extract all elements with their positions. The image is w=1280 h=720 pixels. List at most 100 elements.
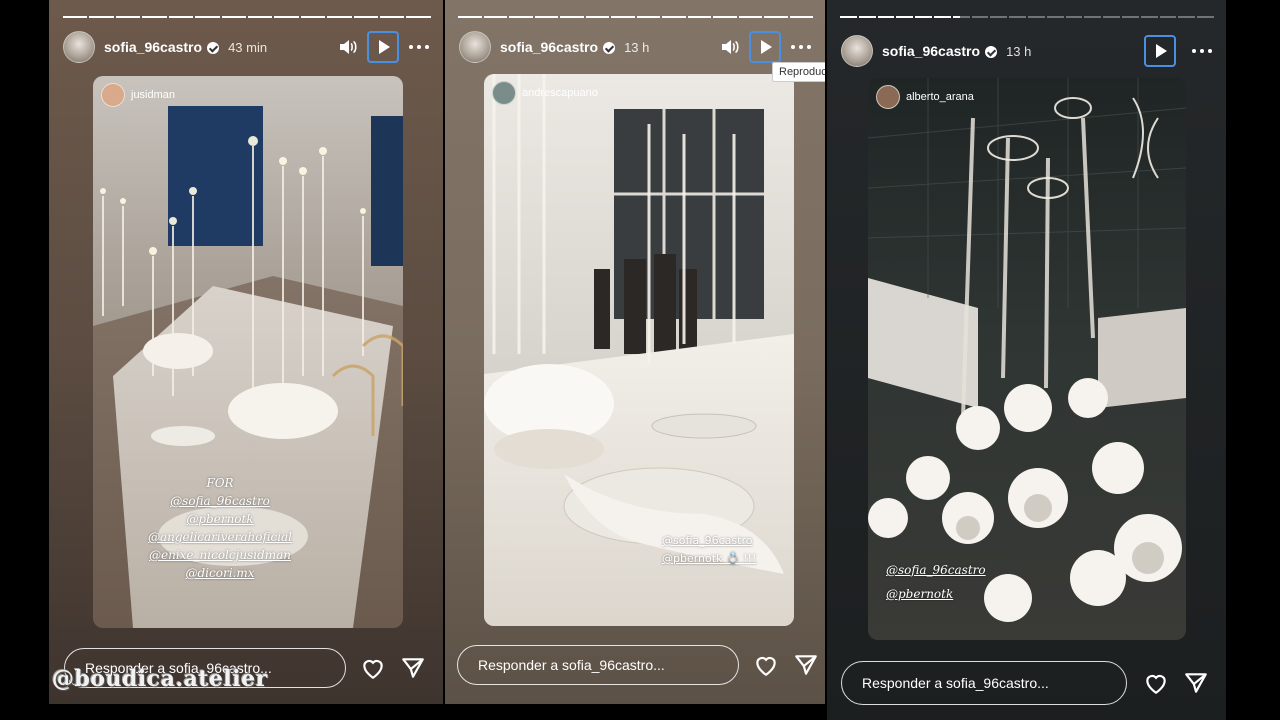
story-panel-2: sofia_96castro 13 h andrescapuano @sofia… — [445, 0, 825, 704]
progress-segment — [1103, 16, 1120, 18]
story-media[interactable]: jusidman FOR @sofia_96castro @pbernotk @… — [93, 76, 403, 628]
progress-segment — [1084, 16, 1102, 18]
play-button[interactable] — [367, 31, 399, 63]
progress-segment — [896, 16, 914, 18]
mention[interactable]: @dicori.mx — [115, 564, 325, 582]
mentions-list: FOR @sofia_96castro @pbernotk @angelicar… — [115, 474, 325, 582]
tagged-avatar — [876, 85, 900, 109]
timestamp: 13 h — [1006, 43, 1032, 59]
progress-segment — [990, 16, 1008, 18]
progress-segment — [1009, 16, 1026, 18]
progress-segment — [1046, 16, 1064, 18]
reply-bar: Responder a sofia_96castro... — [841, 661, 1209, 705]
username[interactable]: sofia_96castro — [882, 43, 980, 59]
tagged-avatar — [492, 81, 516, 105]
mention: FOR — [206, 476, 234, 490]
progress-segment — [1027, 16, 1045, 18]
progress-segment — [115, 16, 141, 18]
tagged-user[interactable]: alberto_arana — [876, 85, 974, 109]
progress-segment — [380, 16, 405, 18]
story-image — [868, 78, 1186, 640]
progress-segment — [915, 16, 932, 18]
verified-badge-icon — [603, 42, 616, 54]
progress-segment — [247, 16, 273, 18]
progress-segment — [353, 16, 379, 18]
progress-segment — [509, 16, 533, 18]
mentions-list: @sofia_96castro @pbernotk — [886, 558, 986, 606]
reply-input[interactable]: Responder a sofia_96castro... — [841, 661, 1127, 705]
story-media[interactable]: alberto_arana @sofia_96castro @pbernotk — [868, 78, 1186, 640]
tagged-username: andrescapuano — [522, 87, 598, 99]
story-media[interactable]: andrescapuano @sofia_96castro @pbernotk … — [484, 74, 794, 626]
username[interactable]: sofia_96castro — [500, 39, 598, 55]
story-header: sofia_96castro 43 min — [63, 30, 429, 64]
progress-segment — [585, 16, 609, 18]
progress-segment — [840, 16, 857, 18]
more-icon[interactable] — [791, 45, 811, 49]
progress-segment — [662, 16, 686, 18]
reply-bar: Responder a sofia_96castro... — [457, 645, 819, 685]
progress-segment — [636, 16, 660, 18]
story-header: sofia_96castro 13 h — [459, 30, 811, 64]
progress-segment — [971, 16, 989, 18]
story-header: sofia_96castro 13 h — [841, 34, 1212, 68]
send-icon[interactable] — [400, 655, 426, 681]
progress-segment — [89, 16, 114, 18]
progress-segment — [406, 16, 431, 18]
volume-icon[interactable] — [339, 39, 357, 55]
progress-bars — [458, 16, 813, 18]
story-panel-1: sofia_96castro 43 min jusidman FOR @sofi… — [49, 0, 443, 704]
progress-bars — [63, 16, 431, 18]
play-button[interactable] — [1144, 35, 1176, 67]
progress-segment — [1140, 16, 1158, 18]
watermark: @boudica.atelier — [52, 666, 268, 692]
tagged-avatar — [101, 83, 125, 107]
mention[interactable]: @enixe_nicolcjusidman — [115, 546, 325, 564]
progress-segment — [221, 16, 246, 18]
avatar[interactable] — [841, 35, 873, 67]
play-tooltip: Reproduc — [772, 62, 825, 82]
heart-icon[interactable] — [360, 655, 386, 681]
progress-segment — [195, 16, 220, 18]
play-button[interactable] — [749, 31, 781, 63]
mention[interactable]: @pbernotk — [886, 582, 986, 606]
avatar[interactable] — [459, 31, 491, 63]
progress-segment — [764, 16, 788, 18]
verified-badge-icon — [985, 46, 998, 58]
progress-segment — [300, 16, 326, 18]
volume-icon[interactable] — [721, 39, 739, 55]
progress-segment — [458, 16, 482, 18]
progress-segment — [534, 16, 558, 18]
verified-badge-icon — [207, 42, 220, 54]
progress-segment — [63, 16, 88, 18]
progress-segment — [274, 16, 299, 18]
progress-segment — [738, 16, 762, 18]
more-icon[interactable] — [1192, 49, 1212, 53]
mention[interactable]: @sofia_96castro — [886, 558, 986, 582]
reply-input[interactable]: Responder a sofia_96castro... — [457, 645, 739, 685]
mention[interactable]: @angelicariverahoficial — [115, 528, 325, 546]
mentions-list: @sofia_96castro @pbernotk 💍 !!! — [662, 532, 756, 568]
more-icon[interactable] — [409, 45, 429, 49]
tagged-username: alberto_arana — [906, 91, 974, 103]
mention[interactable]: @pbernotk — [115, 510, 325, 528]
progress-segment — [713, 16, 737, 18]
tagged-user[interactable]: andrescapuano — [492, 81, 598, 105]
avatar[interactable] — [63, 31, 95, 63]
send-icon[interactable] — [793, 652, 819, 678]
progress-bars — [840, 16, 1214, 18]
username[interactable]: sofia_96castro — [104, 39, 202, 55]
progress-segment — [1197, 16, 1214, 18]
mention[interactable]: @pbernotk 💍 !!! — [662, 550, 756, 568]
heart-icon[interactable] — [753, 652, 779, 678]
send-icon[interactable] — [1183, 670, 1209, 696]
progress-segment — [560, 16, 584, 18]
heart-icon[interactable] — [1143, 670, 1169, 696]
tagged-user[interactable]: jusidman — [101, 83, 175, 107]
mention[interactable]: @sofia_96castro — [115, 492, 325, 510]
progress-segment — [858, 16, 876, 18]
story-panel-3: sofia_96castro 13 h alberto_arana @sofia… — [827, 0, 1226, 720]
progress-segment — [1065, 16, 1083, 18]
progress-segment — [1159, 16, 1177, 18]
mention[interactable]: @sofia_96castro — [662, 532, 756, 550]
